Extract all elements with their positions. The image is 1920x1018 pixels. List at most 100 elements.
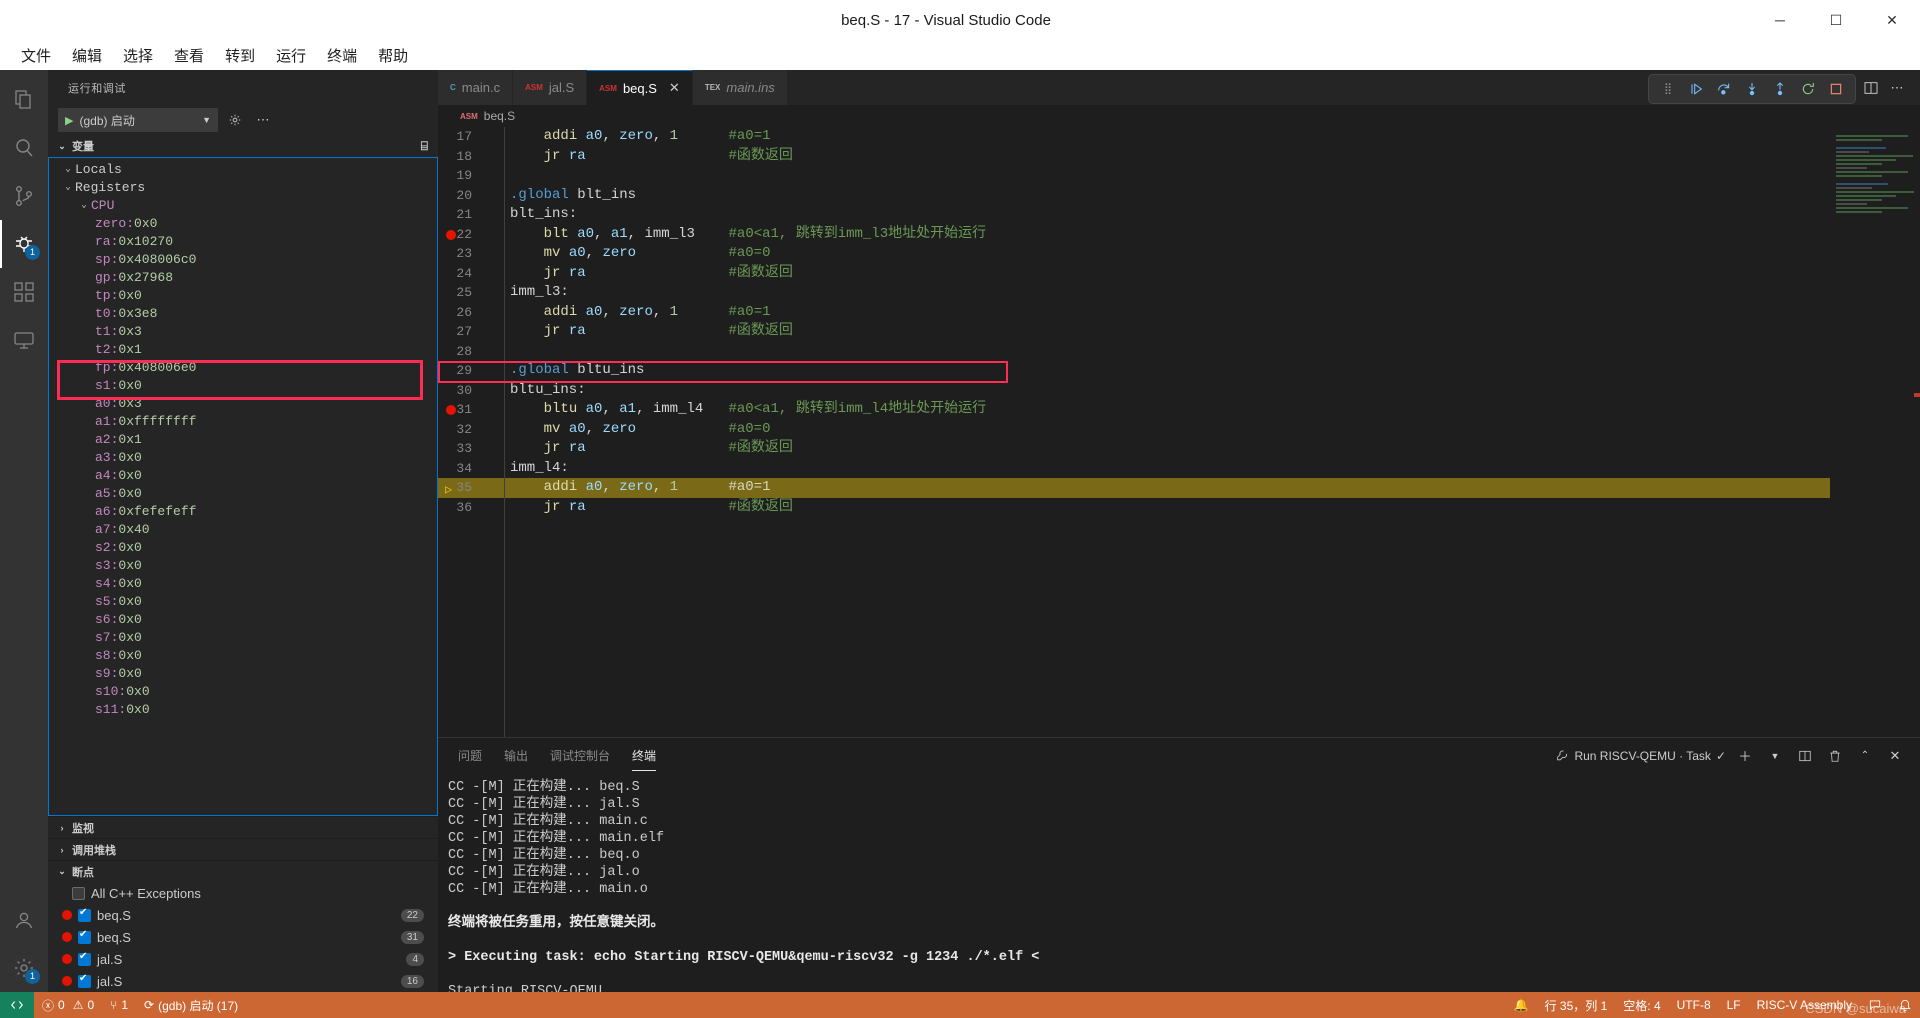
line-gutter[interactable]: 28	[438, 342, 494, 362]
editor-tab-jal-S[interactable]: ASMjal.S	[513, 70, 587, 105]
editor-tab-beq-S[interactable]: ASMbeq.S✕	[587, 70, 693, 105]
line-gutter[interactable]: ▷35	[438, 478, 494, 498]
code-line[interactable]: 22 blt a0, a1, imm_l3 #a0<a1, 跳转到imm_l3地…	[438, 225, 1830, 245]
line-gutter[interactable]: 23	[438, 244, 494, 264]
tree-item-registers[interactable]: ⌄ Registers	[49, 178, 437, 196]
register-row[interactable]: s4: 0x0	[49, 574, 437, 592]
register-row[interactable]: a2: 0x1	[49, 430, 437, 448]
menu-terminal[interactable]: 终端	[318, 42, 366, 69]
line-gutter[interactable]: 34	[438, 459, 494, 479]
menu-file[interactable]: 文件	[12, 42, 60, 69]
panel-tab-debug-console[interactable]: 调试控制台	[550, 741, 610, 770]
eol-status[interactable]: LF	[1719, 992, 1749, 1018]
close-panel-button[interactable]: ✕	[1884, 745, 1906, 767]
code-line[interactable]: 23 mv a0, zero #a0=0	[438, 244, 1830, 264]
code-line[interactable]: 36 jr ra #函数返回	[438, 498, 1830, 518]
line-gutter[interactable]: 36	[438, 498, 494, 518]
bell-status[interactable]: 🔔	[1506, 992, 1537, 1018]
cursor-position-status[interactable]: 行 35，列 1	[1537, 992, 1616, 1018]
register-row[interactable]: zero: 0x0	[49, 214, 437, 232]
line-gutter[interactable]: 33	[438, 439, 494, 459]
breakpoint-dot-icon[interactable]	[446, 230, 456, 240]
line-gutter[interactable]: 30	[438, 381, 494, 401]
line-gutter[interactable]: 29	[438, 361, 494, 381]
code-line[interactable]: 28	[438, 342, 1830, 362]
section-callstack-header[interactable]: › 调用堆栈	[48, 838, 438, 860]
editor-more-icon[interactable]: ⋯	[1886, 77, 1908, 99]
split-terminal-button[interactable]	[1794, 745, 1816, 767]
play-icon[interactable]: ▶	[65, 114, 73, 127]
checkbox-icon[interactable]	[78, 909, 91, 922]
variables-filter-icon[interactable]: ⌸	[421, 139, 428, 154]
close-tab-icon[interactable]: ✕	[669, 80, 680, 96]
breakpoint-exceptions-row[interactable]: All C++ Exceptions	[48, 882, 438, 904]
activitybar-item-settings[interactable]: 1	[0, 944, 48, 992]
menu-go[interactable]: 转到	[216, 42, 264, 69]
grip-icon[interactable]: ⣿	[1655, 76, 1681, 102]
section-watch-header[interactable]: › 监视	[48, 816, 438, 838]
debug-settings-button[interactable]	[224, 109, 246, 131]
code-line[interactable]: 29.global bltu_ins	[438, 361, 1830, 381]
debug-config-select[interactable]: ▶ (gdb) 启动 ▼	[58, 108, 218, 132]
code-line[interactable]: 20.global blt_ins	[438, 186, 1830, 206]
register-row[interactable]: a6: 0xfefefeff	[49, 502, 437, 520]
line-gutter[interactable]: 18	[438, 147, 494, 167]
code-line[interactable]: 21blt_ins:	[438, 205, 1830, 225]
menu-run[interactable]: 运行	[267, 42, 315, 69]
activitybar-item-run-and-debug[interactable]: 1	[0, 220, 48, 268]
checkbox-icon[interactable]	[78, 953, 91, 966]
encoding-status[interactable]: UTF-8	[1669, 992, 1719, 1018]
step-into-button[interactable]	[1739, 76, 1765, 102]
register-row[interactable]: s11: 0x0	[49, 700, 437, 718]
step-over-button[interactable]	[1711, 76, 1737, 102]
breakpoint-row[interactable]: beq.S22	[48, 904, 438, 926]
panel-tab-problems[interactable]: 问题	[458, 741, 482, 770]
menu-view[interactable]: 查看	[165, 42, 213, 69]
breakpoint-row[interactable]: jal.S4	[48, 948, 438, 970]
code-line[interactable]: 33 jr ra #函数返回	[438, 439, 1830, 459]
section-variables-header[interactable]: ⌄ 变量 ⌸	[48, 135, 438, 157]
minimize-button[interactable]: ─	[1752, 0, 1808, 40]
tree-item-cpu[interactable]: ⌄ CPU	[49, 196, 437, 214]
register-row[interactable]: t1: 0x3	[49, 322, 437, 340]
close-button[interactable]: ✕	[1864, 0, 1920, 40]
activitybar-item-remote-explorer[interactable]	[0, 316, 48, 364]
code-line[interactable]: 24 jr ra #函数返回	[438, 264, 1830, 284]
ports-status[interactable]: ⑂ 1	[102, 992, 136, 1018]
remote-indicator[interactable]	[0, 992, 34, 1018]
line-gutter[interactable]: 27	[438, 322, 494, 342]
register-row[interactable]: t0: 0x3e8	[49, 304, 437, 322]
menu-edit[interactable]: 编辑	[63, 42, 111, 69]
code-line[interactable]: 26 addi a0, zero, 1 #a0=1	[438, 303, 1830, 323]
register-row[interactable]: a5: 0x0	[49, 484, 437, 502]
line-gutter[interactable]: 21	[438, 205, 494, 225]
register-row[interactable]: a7: 0x40	[49, 520, 437, 538]
code-line[interactable]: 17 addi a0, zero, 1 #a0=1	[438, 127, 1830, 147]
code-editor[interactable]: 17 addi a0, zero, 1 #a0=118 jr ra #函数返回1…	[438, 127, 1830, 737]
register-row[interactable]: s7: 0x0	[49, 628, 437, 646]
checkbox-icon[interactable]	[78, 931, 91, 944]
register-row[interactable]: t2: 0x1	[49, 340, 437, 358]
maximize-button[interactable]: ☐	[1808, 0, 1864, 40]
menu-help[interactable]: 帮助	[369, 42, 417, 69]
checkbox-icon[interactable]	[78, 975, 91, 988]
line-gutter[interactable]: 17	[438, 127, 494, 147]
breadcrumb[interactable]: ASM beq.S	[438, 105, 1920, 127]
problems-status[interactable]: ⓧ 0 ⚠ 0	[34, 992, 102, 1018]
register-row[interactable]: a1: 0xffffffff	[49, 412, 437, 430]
register-row[interactable]: a4: 0x0	[49, 466, 437, 484]
activitybar-item-source-control[interactable]	[0, 172, 48, 220]
register-row[interactable]: s5: 0x0	[49, 592, 437, 610]
debug-session-status[interactable]: ⟳ (gdb) 启动 (17)	[136, 992, 246, 1018]
register-row[interactable]: s9: 0x0	[49, 664, 437, 682]
section-breakpoints-header[interactable]: ⌄ 断点	[48, 860, 438, 882]
breakpoint-row[interactable]: beq.S31	[48, 926, 438, 948]
panel-tab-terminal[interactable]: 终端	[632, 741, 656, 771]
activitybar-item-search[interactable]	[0, 124, 48, 172]
line-gutter[interactable]: 19	[438, 166, 494, 186]
register-row[interactable]: s8: 0x0	[49, 646, 437, 664]
code-line[interactable]: ▷35 addi a0, zero, 1 #a0=1	[438, 478, 1830, 498]
line-gutter[interactable]: 25	[438, 283, 494, 303]
line-gutter[interactable]: 20	[438, 186, 494, 206]
breakpoint-row[interactable]: jal.S16	[48, 970, 438, 992]
